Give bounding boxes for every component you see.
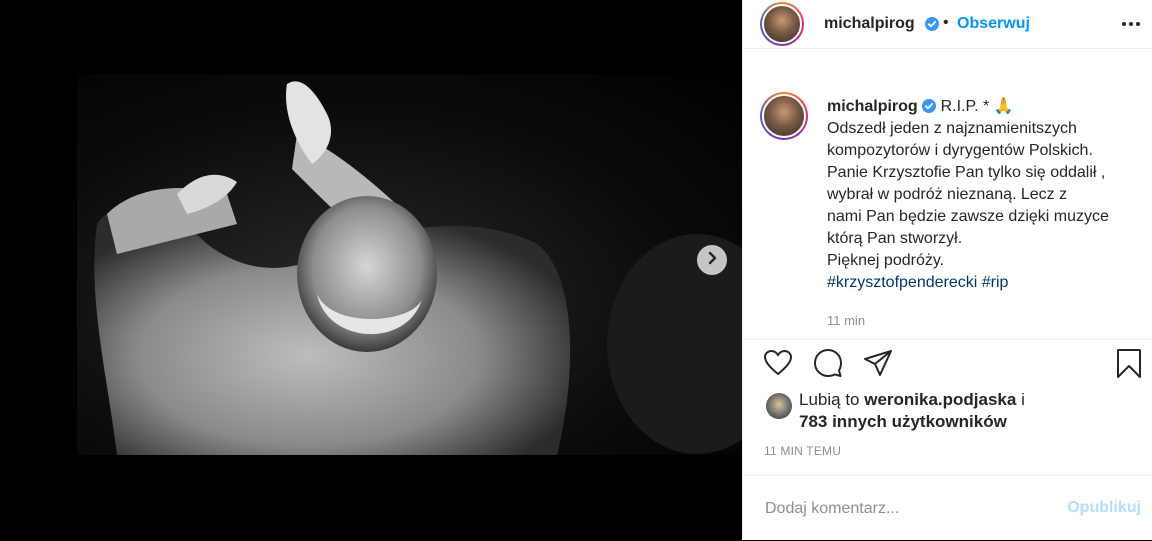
comment-form: Opublikuj (743, 475, 1152, 541)
hashtag-link[interactable]: #rip (982, 274, 1009, 291)
bookmark-icon[interactable] (1113, 347, 1145, 379)
caption-line-1: R.I.P. * 🙏 (940, 98, 1014, 115)
post-side-panel: michalpirog • Obserwuj michalpirog R.I.P… (742, 0, 1152, 540)
likes-count-link[interactable]: 783 innych użytkowników (799, 412, 1007, 431)
post-timestamp: 11 MIN TEMU (764, 444, 842, 458)
caption: michalpirog R.I.P. * 🙏 Odszedł jeden z n… (827, 96, 1127, 294)
next-image-button[interactable] (697, 245, 727, 275)
caption-area: michalpirog R.I.P. * 🙏 Odszedł jeden z n… (743, 49, 1152, 340)
avatar[interactable] (760, 2, 804, 46)
caption-line-4: Panie Krzysztofie Pan tylko się oddalił … (827, 164, 1106, 181)
verified-badge-icon (925, 16, 939, 34)
header-username[interactable]: michalpirog (824, 15, 915, 33)
post-media (0, 0, 742, 540)
comment-input[interactable] (763, 496, 1047, 522)
likes-conjunction: i (1021, 390, 1025, 409)
follow-button[interactable]: Obserwuj (957, 15, 1030, 33)
liker-avatar[interactable] (766, 393, 792, 419)
caption-line-7: którą Pan stworzył. (827, 230, 963, 247)
caption-timestamp: 11 min (827, 313, 866, 328)
hashtag-link[interactable]: #krzysztofpenderecki (827, 274, 977, 291)
heart-icon[interactable] (762, 347, 794, 379)
likes-prefix: Lubią to (799, 390, 860, 409)
likes-summary: Lubią to weronika.podjaska i 783 innych … (761, 389, 1141, 433)
comment-icon[interactable] (812, 347, 844, 379)
caption-line-5: wybrał w podróż nieznaną. Lecz z (827, 186, 1068, 203)
liker-username[interactable]: weronika.podjaska (864, 390, 1016, 409)
post-header: michalpirog • Obserwuj (743, 0, 1152, 49)
caption-line-2: Odszedł jeden z najznamienitszych (827, 120, 1077, 137)
publish-button[interactable]: Opublikuj (1067, 499, 1141, 517)
post-photo[interactable] (77, 74, 742, 455)
more-horizontal-icon[interactable] (1119, 14, 1143, 34)
caption-avatar[interactable] (760, 92, 808, 140)
separator-dot: • (943, 14, 949, 31)
caption-line-8: Pięknej podróży. (827, 252, 945, 269)
chevron-right-icon (705, 251, 719, 270)
caption-username[interactable]: michalpirog (827, 98, 918, 115)
paper-plane-icon[interactable] (862, 347, 894, 379)
verified-badge-icon (922, 98, 940, 115)
action-bar (743, 340, 1152, 384)
caption-line-6: nami Pan będzie zawsze dzięki muzyce (827, 208, 1109, 225)
caption-line-3: kompozytorów i dyrygentów Polskich. (827, 142, 1093, 159)
